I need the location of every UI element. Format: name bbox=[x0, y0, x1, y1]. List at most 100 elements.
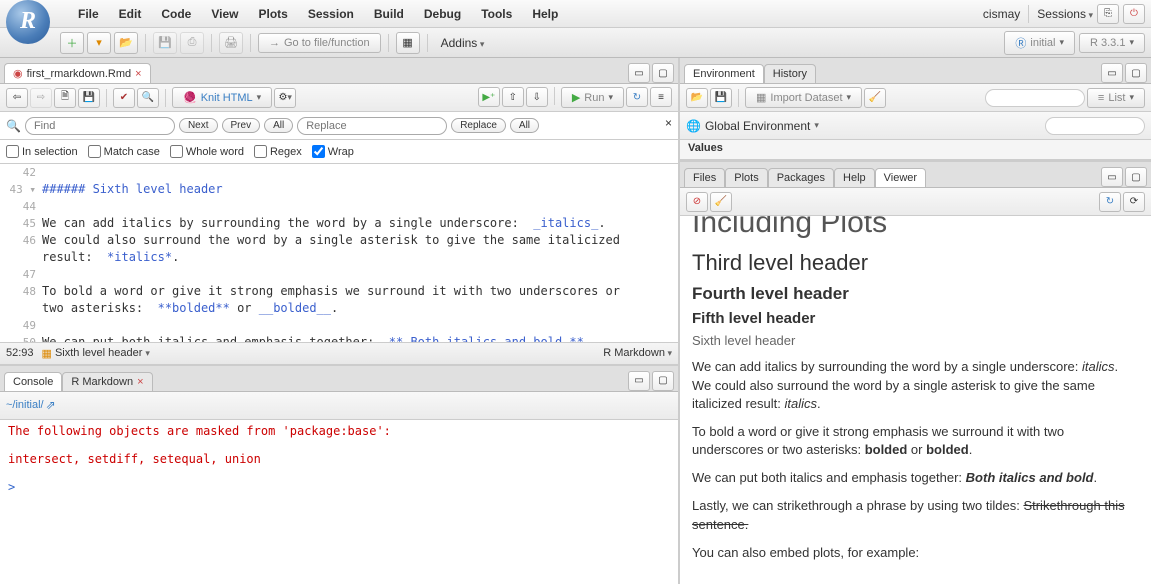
console-path-arrow-icon[interactable]: ⇗ bbox=[46, 398, 56, 412]
wrap-checkbox[interactable]: Wrap bbox=[312, 145, 354, 158]
rmd-icon: ◉ bbox=[13, 67, 23, 80]
remove-viewer-button[interactable]: ⊘ bbox=[686, 192, 708, 212]
tab-packages[interactable]: Packages bbox=[768, 168, 834, 187]
console-max-icon[interactable]: ▢ bbox=[652, 371, 674, 391]
viewer-h2: Including Plots bbox=[692, 216, 1139, 240]
viewer-tab-bar: FilesPlotsPackagesHelpViewer ▭▢ bbox=[680, 162, 1151, 188]
menu-help[interactable]: Help bbox=[522, 4, 568, 24]
r-logo: R bbox=[6, 0, 50, 44]
env-scope-menu[interactable]: 🌐 Global Environment bbox=[686, 119, 819, 133]
insert-chunk-button[interactable]: ▶⁺ bbox=[478, 87, 500, 107]
history-tab[interactable]: History bbox=[764, 64, 816, 83]
session-icon[interactable]: ⎘ bbox=[1097, 4, 1119, 24]
replace-input[interactable] bbox=[297, 117, 447, 135]
viewer-max-icon[interactable]: ▢ bbox=[1125, 167, 1147, 187]
print-button[interactable]: 🖨 bbox=[219, 32, 243, 54]
import-dataset-menu[interactable]: ▦ Import Dataset bbox=[745, 87, 862, 108]
env-max-icon[interactable]: ▢ bbox=[1125, 63, 1147, 83]
editor-line: 42 bbox=[0, 164, 678, 181]
lang-mode[interactable]: R Markdown bbox=[603, 347, 672, 359]
environment-tab[interactable]: Environment bbox=[684, 64, 764, 83]
new-file-button[interactable]: ＋ bbox=[60, 32, 84, 54]
menu-edit[interactable]: Edit bbox=[109, 4, 152, 24]
rmarkdown-tab[interactable]: R Markdown × bbox=[62, 372, 152, 391]
spellcheck-button[interactable]: ✔ bbox=[113, 88, 135, 108]
env-search-input[interactable] bbox=[985, 89, 1085, 107]
replace-button[interactable]: Replace bbox=[451, 118, 506, 133]
menu-build[interactable]: Build bbox=[364, 4, 414, 24]
clear-viewer-button[interactable]: 🧹 bbox=[710, 192, 732, 212]
replace-all-button[interactable]: All bbox=[510, 118, 539, 133]
menu-plots[interactable]: Plots bbox=[248, 4, 297, 24]
new-project-button[interactable]: ▾ bbox=[87, 32, 111, 54]
tab-help[interactable]: Help bbox=[834, 168, 875, 187]
goto-file-input[interactable]: Go to file/function bbox=[258, 33, 381, 53]
chunk-nav[interactable]: ▦ Sixth level header bbox=[42, 347, 150, 360]
editor-tab[interactable]: ◉ first_rmarkdown.Rmd × bbox=[4, 63, 151, 83]
close-rmd-tab[interactable]: × bbox=[137, 376, 143, 388]
find-replace-button[interactable]: 🔍 bbox=[137, 88, 159, 108]
save-all-button[interactable]: ⎙ bbox=[180, 32, 204, 54]
show-doc-icon[interactable]: 🗎 bbox=[54, 88, 76, 108]
go-prev-button[interactable]: ⇧ bbox=[502, 87, 524, 107]
addins-menu[interactable]: Addins bbox=[435, 33, 491, 53]
go-next-button[interactable]: ⇩ bbox=[526, 87, 548, 107]
sessions-menu[interactable]: Sessions bbox=[1037, 7, 1093, 21]
find-next-button[interactable]: Next bbox=[179, 118, 218, 133]
regex-checkbox[interactable]: Regex bbox=[254, 145, 302, 158]
close-find-icon[interactable]: × bbox=[665, 116, 672, 130]
project-menu[interactable]: Ⓡ initial bbox=[1004, 31, 1075, 55]
publish-button[interactable]: ↻ bbox=[626, 87, 648, 107]
open-button[interactable]: 📂 bbox=[114, 32, 138, 54]
editor-status-bar: 52:93 ▦ Sixth level header R Markdown bbox=[0, 342, 678, 364]
console-output[interactable]: The following objects are masked from 'p… bbox=[0, 420, 678, 584]
menu-view[interactable]: View bbox=[201, 4, 248, 24]
console-min-icon[interactable]: ▭ bbox=[628, 371, 650, 391]
menu-tools[interactable]: Tools bbox=[471, 4, 522, 24]
match-case-checkbox[interactable]: Match case bbox=[88, 145, 160, 158]
viewer-min-icon[interactable]: ▭ bbox=[1101, 167, 1123, 187]
menu-file[interactable]: File bbox=[68, 4, 109, 24]
outline-button[interactable]: ≡ bbox=[650, 87, 672, 107]
save-ws-button[interactable]: 💾 bbox=[710, 88, 732, 108]
find-input[interactable] bbox=[25, 117, 175, 135]
env-filter-input[interactable] bbox=[1045, 117, 1145, 135]
console-toolbar: ~/initial/ ⇗ bbox=[0, 392, 678, 420]
find-bar: 🔍 Next Prev All Replace All × bbox=[0, 112, 678, 140]
find-all-button[interactable]: All bbox=[264, 118, 293, 133]
save-doc-button[interactable]: 💾 bbox=[78, 88, 100, 108]
console-line: intersect, setdiff, setequal, union bbox=[8, 452, 670, 466]
code-editor[interactable]: 4243 ▾###### Sixth level header4445We ca… bbox=[0, 164, 678, 342]
load-ws-button[interactable]: 📂 bbox=[686, 88, 708, 108]
console-tab[interactable]: Console bbox=[4, 372, 62, 391]
r-version-menu[interactable]: R 3.3.1 bbox=[1079, 33, 1145, 53]
in-selection-checkbox[interactable]: In selection bbox=[6, 145, 78, 158]
grid-button[interactable]: ▦ bbox=[396, 32, 420, 54]
run-button[interactable]: ▶ Run bbox=[561, 87, 624, 108]
viewer-toolbar: ⊘ 🧹 ↻ ⟳ bbox=[680, 188, 1151, 216]
tab-plots[interactable]: Plots bbox=[725, 168, 767, 187]
menu-code[interactable]: Code bbox=[151, 4, 201, 24]
save-button[interactable]: 💾 bbox=[153, 32, 177, 54]
list-view-menu[interactable]: ≡ List bbox=[1087, 88, 1145, 108]
menu-session[interactable]: Session bbox=[298, 4, 364, 24]
find-prev-button[interactable]: Prev bbox=[222, 118, 261, 133]
maximize-pane-icon[interactable]: ▢ bbox=[652, 63, 674, 83]
menu-debug[interactable]: Debug bbox=[414, 4, 471, 24]
fwd-icon[interactable]: ⇨ bbox=[30, 88, 52, 108]
editor-tab-bar: ◉ first_rmarkdown.Rmd × ▭ ▢ bbox=[0, 58, 678, 84]
power-icon[interactable]: ⏻ bbox=[1123, 4, 1145, 24]
env-min-icon[interactable]: ▭ bbox=[1101, 63, 1123, 83]
close-tab-icon[interactable]: × bbox=[135, 68, 141, 80]
minimize-pane-icon[interactable]: ▭ bbox=[628, 63, 650, 83]
back-icon[interactable]: ⇦ bbox=[6, 88, 28, 108]
knit-button[interactable]: 🧶 Knit HTML bbox=[172, 87, 272, 108]
tab-files[interactable]: Files bbox=[684, 168, 725, 187]
tab-viewer[interactable]: Viewer bbox=[875, 168, 926, 187]
clear-env-button[interactable]: 🧹 bbox=[864, 88, 886, 108]
viewer-content[interactable]: Including Plots Third level header Fourt… bbox=[680, 216, 1151, 584]
sync-viewer-button[interactable]: ↻ bbox=[1099, 192, 1121, 212]
gear-icon[interactable]: ⚙ bbox=[274, 88, 296, 108]
refresh-viewer-button[interactable]: ⟳ bbox=[1123, 192, 1145, 212]
whole-word-checkbox[interactable]: Whole word bbox=[170, 145, 244, 158]
